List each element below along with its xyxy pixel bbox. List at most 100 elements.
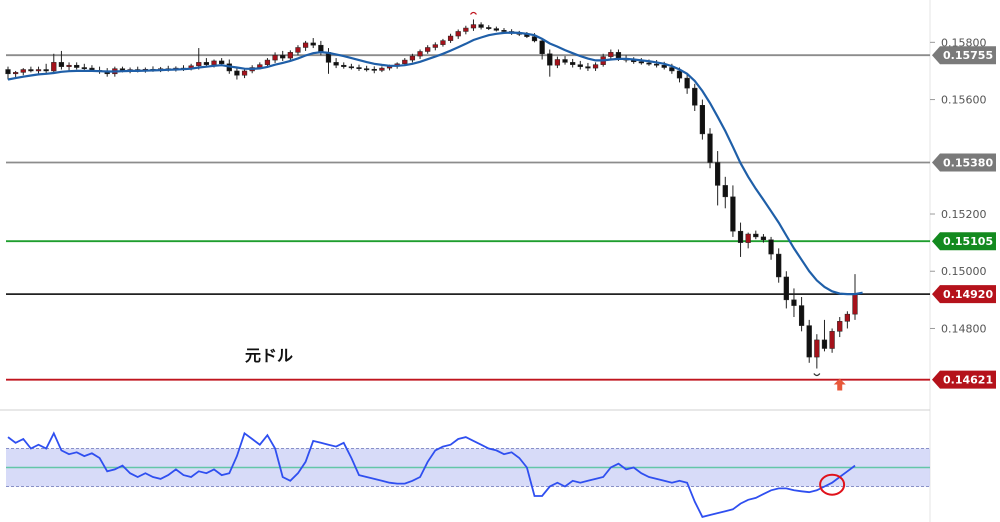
candle-body bbox=[302, 42, 309, 48]
price-tick-label: 0.15200 bbox=[941, 208, 987, 221]
candle-body bbox=[409, 55, 416, 61]
candle-body bbox=[554, 59, 561, 66]
candle-body bbox=[821, 339, 828, 349]
candle-body bbox=[768, 239, 774, 255]
candle-body bbox=[463, 27, 469, 32]
candle-body bbox=[577, 64, 583, 67]
candle-body bbox=[562, 59, 568, 63]
candle-body bbox=[653, 63, 660, 66]
candle-body bbox=[341, 64, 347, 67]
candle-body bbox=[440, 40, 446, 45]
candle-body bbox=[333, 62, 339, 66]
candle-body bbox=[493, 28, 499, 31]
candle-body bbox=[13, 72, 19, 75]
level-tag-label: 0.15755 bbox=[943, 49, 993, 62]
candle-body bbox=[28, 69, 34, 72]
candle-body bbox=[203, 62, 210, 65]
candle-body bbox=[547, 53, 553, 66]
candle-body bbox=[608, 52, 614, 57]
candle-body bbox=[760, 236, 767, 241]
candle-body bbox=[241, 70, 248, 76]
candle-body bbox=[66, 64, 72, 67]
candle-body bbox=[5, 69, 11, 75]
candle-body bbox=[379, 67, 385, 71]
candle-body bbox=[402, 59, 408, 65]
candle-body bbox=[715, 162, 721, 186]
candle-body bbox=[722, 185, 728, 198]
candle-body bbox=[646, 62, 652, 65]
candle-body bbox=[707, 133, 713, 163]
candle-body bbox=[20, 69, 26, 73]
candle-body bbox=[280, 54, 286, 59]
candle-body bbox=[272, 54, 278, 61]
candle-body bbox=[806, 325, 812, 358]
candle-body bbox=[684, 77, 690, 89]
candle-body bbox=[364, 68, 370, 71]
candle-body bbox=[539, 40, 545, 55]
candle-body bbox=[81, 67, 87, 69]
price-tick-label: 0.14800 bbox=[941, 322, 987, 335]
swing-high-marker bbox=[469, 11, 477, 15]
candle-body bbox=[58, 62, 65, 67]
candle-body bbox=[74, 64, 80, 68]
candle-body bbox=[310, 42, 316, 46]
candle-body bbox=[478, 24, 484, 28]
candle-body bbox=[783, 276, 789, 301]
price-tick-label: 0.15000 bbox=[941, 265, 987, 278]
candle-body bbox=[295, 47, 301, 53]
candle-body bbox=[798, 305, 805, 326]
candle-body bbox=[43, 69, 49, 72]
candle-body bbox=[699, 105, 706, 135]
grid bbox=[0, 0, 931, 522]
candle-body bbox=[486, 27, 492, 29]
candle-body bbox=[219, 60, 225, 65]
candle-body bbox=[776, 253, 782, 278]
candle-body bbox=[455, 31, 461, 37]
level-tag-label: 0.15380 bbox=[943, 157, 993, 170]
price-chart: 0.158000.156000.152000.150000.14800 0.15… bbox=[0, 0, 996, 522]
candle-body bbox=[425, 47, 431, 52]
candle-body bbox=[432, 44, 438, 48]
candle-body bbox=[745, 233, 751, 243]
candle-body bbox=[676, 70, 683, 79]
candle-body bbox=[638, 61, 644, 64]
candle-body bbox=[852, 293, 858, 315]
candle-body bbox=[753, 233, 759, 238]
level-tag-label: 0.15105 bbox=[943, 235, 993, 248]
candle-body bbox=[730, 196, 736, 232]
candle-body bbox=[35, 69, 42, 72]
candle-body bbox=[348, 66, 354, 69]
candle-body bbox=[669, 67, 675, 72]
candle-body bbox=[51, 62, 57, 72]
candle-body bbox=[234, 70, 240, 76]
candle-body bbox=[287, 52, 293, 59]
candle-body bbox=[829, 331, 835, 349]
price-tick-label: 0.15600 bbox=[941, 94, 987, 107]
candle-body bbox=[592, 64, 599, 69]
level-tag-label: 0.14621 bbox=[943, 374, 993, 387]
candle-body bbox=[501, 30, 507, 32]
candle-body bbox=[791, 299, 797, 306]
candle-body bbox=[585, 66, 591, 69]
candle-body bbox=[371, 68, 377, 71]
candle-body bbox=[356, 67, 362, 69]
candle-body bbox=[211, 60, 217, 65]
candle-body bbox=[417, 51, 423, 57]
candle-body bbox=[737, 230, 744, 243]
candle-body bbox=[531, 36, 538, 42]
candle-body bbox=[661, 64, 667, 68]
candle-body bbox=[447, 35, 454, 41]
candle-body bbox=[196, 62, 202, 67]
swing-low-marker bbox=[813, 373, 821, 377]
candle-body bbox=[264, 59, 271, 65]
horizontal-levels bbox=[6, 54, 930, 381]
chart-stage: 0.15800 0.15600 0.15200 0.15000 0.14800 0.15… bbox=[0, 0, 1000, 522]
candle-body bbox=[470, 24, 477, 29]
chart-title: 元ドル bbox=[245, 346, 294, 365]
candle-body bbox=[570, 62, 576, 65]
annotations bbox=[469, 11, 846, 496]
oscillator-panel bbox=[6, 431, 930, 518]
level-tag-label: 0.14920 bbox=[943, 288, 993, 301]
candle-body bbox=[837, 321, 843, 332]
candle-body bbox=[692, 87, 698, 106]
